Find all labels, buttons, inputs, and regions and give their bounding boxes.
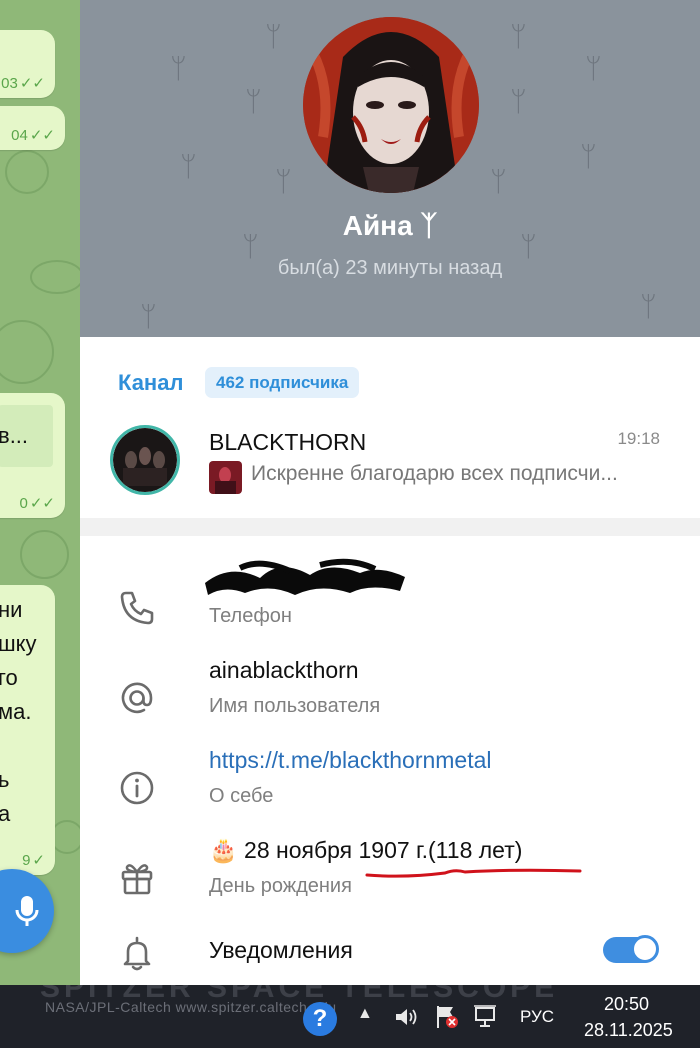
input-language[interactable]: РУС bbox=[520, 1007, 554, 1027]
message-text: в... bbox=[0, 423, 29, 448]
pattern-rune: ᛘ bbox=[170, 52, 187, 85]
wallpaper-doodle bbox=[30, 260, 80, 294]
channel-heading: Канал bbox=[118, 370, 184, 395]
phone-icon bbox=[120, 591, 154, 625]
wallpaper-doodle bbox=[5, 150, 49, 194]
channel-name: BLACKTHORN bbox=[209, 429, 367, 455]
bell-icon bbox=[123, 936, 151, 971]
pattern-rune: ᛘ bbox=[640, 290, 657, 323]
red-underline-annotation bbox=[365, 868, 582, 878]
gift-icon bbox=[121, 864, 153, 895]
info-icon bbox=[120, 771, 154, 805]
message-text: ни шку го ма. ь а bbox=[0, 597, 37, 826]
profile-info-panel: Канал 462 подписчика BLACKTHORN 19:18 Ис… bbox=[80, 337, 700, 985]
profile-avatar[interactable] bbox=[303, 17, 479, 193]
microphone-icon bbox=[15, 896, 39, 926]
username-row[interactable]: ainablackthorn Имя пользователя bbox=[80, 655, 700, 745]
message-time: 03 ✓✓ bbox=[1, 75, 45, 92]
pattern-rune: ᛘ bbox=[490, 165, 507, 198]
message-bubble[interactable]: 03 ✓✓ bbox=[0, 30, 55, 98]
username-label: Имя пользователя bbox=[209, 695, 381, 717]
wallpaper-doodle bbox=[20, 530, 69, 579]
profile-name: Айна ᛉ bbox=[342, 210, 438, 241]
username-value: ainablackthorn bbox=[209, 657, 359, 683]
help-icon[interactable]: ? bbox=[303, 1002, 337, 1036]
pattern-rune: ᛘ bbox=[275, 165, 292, 198]
section-divider bbox=[80, 518, 700, 536]
birthday-value: 🎂 28 ноября 1907 г.(118 лет) bbox=[209, 837, 523, 863]
bio-link[interactable]: https://t.me/blackthornmetal bbox=[209, 747, 492, 774]
toggle-knob bbox=[631, 935, 659, 963]
phone-row[interactable]: Телефон bbox=[80, 558, 700, 655]
redacted-phone-number bbox=[205, 558, 405, 595]
birthday-row[interactable]: 🎂 28 ноября 1907 г.(118 лет) День рожден… bbox=[80, 835, 700, 925]
notifications-label: Уведомления bbox=[209, 937, 353, 963]
message-bubble[interactable]: в... 0 ✓✓ bbox=[0, 393, 65, 518]
personal-channel-section: Канал 462 подписчика BLACKTHORN 19:18 Ис… bbox=[80, 337, 700, 518]
channel-avatar bbox=[110, 425, 180, 495]
network-icon[interactable] bbox=[472, 1004, 500, 1030]
notifications-toggle[interactable] bbox=[603, 935, 659, 963]
clock-time[interactable]: 20:50 bbox=[604, 994, 649, 1015]
channel-last-post-time: 19:18 bbox=[617, 429, 660, 448]
phone-label: Телефон bbox=[209, 605, 292, 627]
channel-post-preview: Искренне благодарю всех подписчи... bbox=[251, 462, 618, 485]
message-time: 0 ✓✓ bbox=[19, 495, 55, 512]
birthday-label: День рождения bbox=[209, 875, 352, 897]
pattern-rune: ᛘ bbox=[265, 20, 282, 53]
profile-header: ᛘ ᛘ ᛘ ᛘ ᛘ ᛘ ᛘ ᛘ ᛘ ᛘ ᛘ ᛘ ᛘ ᛘ Айна ᛉ был(а… bbox=[80, 0, 700, 337]
wallpaper-credit: NASA/JPL-Caltech www.spitzer.caltech.edu bbox=[45, 999, 337, 1015]
at-sign-icon bbox=[121, 682, 153, 714]
chat-background: 03 ✓✓ 04 ✓✓ в... 0 ✓✓ ни шку го ма. ь а 9 ✓ bbox=[0, 0, 80, 985]
pattern-rune: ᛘ bbox=[510, 85, 527, 118]
subscribers-badge: 462 подписчика bbox=[205, 367, 360, 398]
message-bubble[interactable]: ни шку го ма. ь а 9 ✓ bbox=[0, 585, 55, 875]
pattern-rune: ᛘ bbox=[140, 300, 157, 333]
message-time: 9 ✓ bbox=[22, 852, 45, 869]
pattern-rune: ᛘ bbox=[580, 140, 597, 173]
windows-taskbar: SPITZER SPACE TELESCOPE NASA/JPL-Caltech… bbox=[0, 985, 700, 1048]
show-hidden-icons-icon[interactable]: ▲ bbox=[357, 1005, 373, 1023]
microphone-button[interactable] bbox=[0, 869, 54, 953]
message-time: 04 ✓✓ bbox=[11, 127, 55, 144]
pattern-rune: ᛘ bbox=[180, 150, 197, 183]
pattern-rune: ᛘ bbox=[510, 20, 527, 53]
last-seen-status: был(а) 23 минуты назад bbox=[277, 257, 503, 279]
message-bubble[interactable]: 04 ✓✓ bbox=[0, 106, 65, 150]
bio-row[interactable]: https://t.me/blackthornmetal О себе bbox=[80, 745, 700, 835]
action-center-flag-icon[interactable] bbox=[433, 1003, 461, 1031]
bio-label: О себе bbox=[209, 785, 274, 807]
wallpaper-doodle bbox=[0, 320, 54, 384]
clock-date[interactable]: 28.11.2025 bbox=[584, 1020, 673, 1041]
volume-icon[interactable] bbox=[393, 1005, 419, 1029]
pattern-rune: ᛘ bbox=[585, 52, 602, 85]
pattern-rune: ᛘ bbox=[245, 85, 262, 118]
post-thumbnail bbox=[209, 461, 242, 494]
